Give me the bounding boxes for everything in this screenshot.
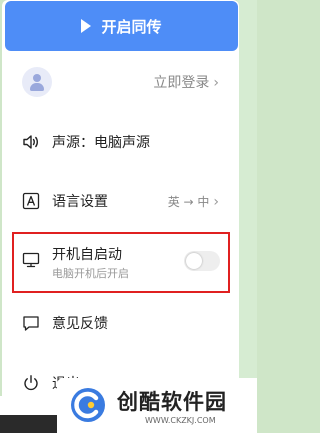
language-settings-label: 语言设置 xyxy=(52,194,108,210)
window-edge xyxy=(0,396,57,433)
power-icon xyxy=(22,374,40,392)
speaker-icon xyxy=(22,133,40,151)
monitor-icon xyxy=(22,251,40,273)
play-icon xyxy=(81,19,92,33)
chevron-right-icon: › xyxy=(213,193,219,210)
chevron-right-icon: › xyxy=(213,75,219,91)
feedback-item[interactable]: 意见反馈 xyxy=(2,310,239,336)
login-row[interactable]: 立即登录 › xyxy=(2,64,239,100)
language-settings-item[interactable]: 语言设置 英 → 中 › xyxy=(2,186,239,216)
watermark: 创酷软件园 WWW.CKZKJ.COM xyxy=(57,378,257,433)
feedback-icon xyxy=(22,314,40,332)
language-a-icon xyxy=(22,192,40,210)
login-link[interactable]: 立即登录 › xyxy=(153,72,219,92)
autostart-toggle[interactable] xyxy=(184,251,220,271)
autostart-description: 电脑开机后开启 xyxy=(52,267,129,280)
background-edge xyxy=(237,0,257,433)
autostart-label: 开机自启动 xyxy=(52,247,122,263)
autostart-item: 开机自启动 电脑开机后开启 xyxy=(12,232,230,293)
sound-source-item[interactable]: 声源：电脑声源 xyxy=(2,128,239,156)
start-sync-button[interactable]: 开启同传 xyxy=(5,1,238,51)
watermark-logo-icon xyxy=(71,388,105,422)
watermark-name: 创酷软件园 xyxy=(117,390,227,414)
sound-source-label: 声源：电脑声源 xyxy=(52,135,150,151)
avatar xyxy=(22,67,52,97)
feedback-label: 意见反馈 xyxy=(52,316,108,332)
toggle-knob xyxy=(186,253,202,269)
watermark-url: WWW.CKZKJ.COM xyxy=(145,416,216,425)
popup-menu-panel: 开启同传 立即登录 › 声源：电脑声源 语言设置 英 → 中 › 开机自启动 电… xyxy=(2,0,239,433)
language-pair-value: 英 → 中 › xyxy=(167,193,219,210)
start-sync-label: 开启同传 xyxy=(101,17,162,36)
